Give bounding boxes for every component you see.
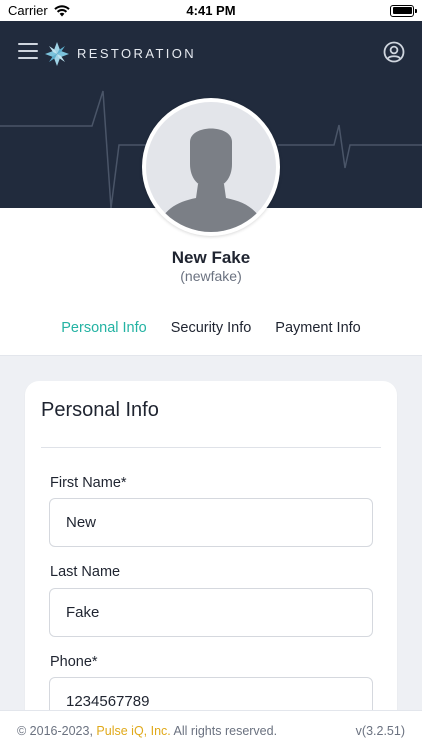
profile-name: New Fake bbox=[171, 248, 251, 267]
first-name-field[interactable]: New bbox=[49, 498, 373, 547]
brand-name: RESTORATION bbox=[77, 46, 197, 61]
profile-username: (newfake) bbox=[180, 268, 242, 284]
user-silhouette-icon bbox=[156, 128, 266, 232]
personal-info-card: Personal Info First Name* New Last Name … bbox=[25, 381, 397, 741]
copyright-text: © 2016-2023, Pulse iQ, Inc. All rights r… bbox=[17, 724, 277, 738]
tab-personal-info[interactable]: Personal Info bbox=[49, 320, 158, 336]
battery-icon bbox=[390, 4, 417, 17]
tab-payment-info[interactable]: Payment Info bbox=[263, 320, 372, 336]
last-name-field[interactable]: Fake bbox=[49, 588, 373, 637]
avatar-image bbox=[146, 102, 276, 232]
copyright-prefix: © 2016-2023, bbox=[17, 723, 97, 738]
restoration-logo-icon bbox=[45, 42, 69, 66]
company-link[interactable]: Pulse iQ, Inc. bbox=[96, 724, 170, 738]
phone-label: Phone* bbox=[50, 654, 98, 670]
tab-security-info[interactable]: Security Info bbox=[159, 320, 264, 336]
wifi-icon bbox=[54, 4, 70, 16]
copyright-suffix: All rights reserved. bbox=[170, 723, 278, 738]
card-divider bbox=[41, 447, 381, 448]
last-name-value: Fake bbox=[66, 604, 100, 621]
phone-value: 1234567789 bbox=[66, 693, 150, 710]
card-title: Personal Info bbox=[41, 399, 159, 421]
profile-tabs: Personal Info Security Info Payment Info bbox=[0, 320, 422, 336]
first-name-value: New bbox=[66, 514, 97, 531]
menu-icon[interactable] bbox=[18, 43, 38, 61]
footer: © 2016-2023, Pulse iQ, Inc. All rights r… bbox=[0, 710, 422, 750]
first-name-label: First Name* bbox=[50, 475, 127, 491]
navbar: RESTORATION bbox=[0, 21, 422, 85]
account-icon[interactable] bbox=[383, 41, 405, 63]
status-bar: Carrier 4:41 PM bbox=[0, 0, 422, 21]
version-label: v(3.2.51) bbox=[355, 723, 405, 738]
last-name-label: Last Name bbox=[50, 564, 121, 580]
avatar[interactable] bbox=[142, 98, 280, 236]
carrier-label: Carrier bbox=[8, 3, 48, 18]
status-left: Carrier bbox=[8, 3, 70, 18]
